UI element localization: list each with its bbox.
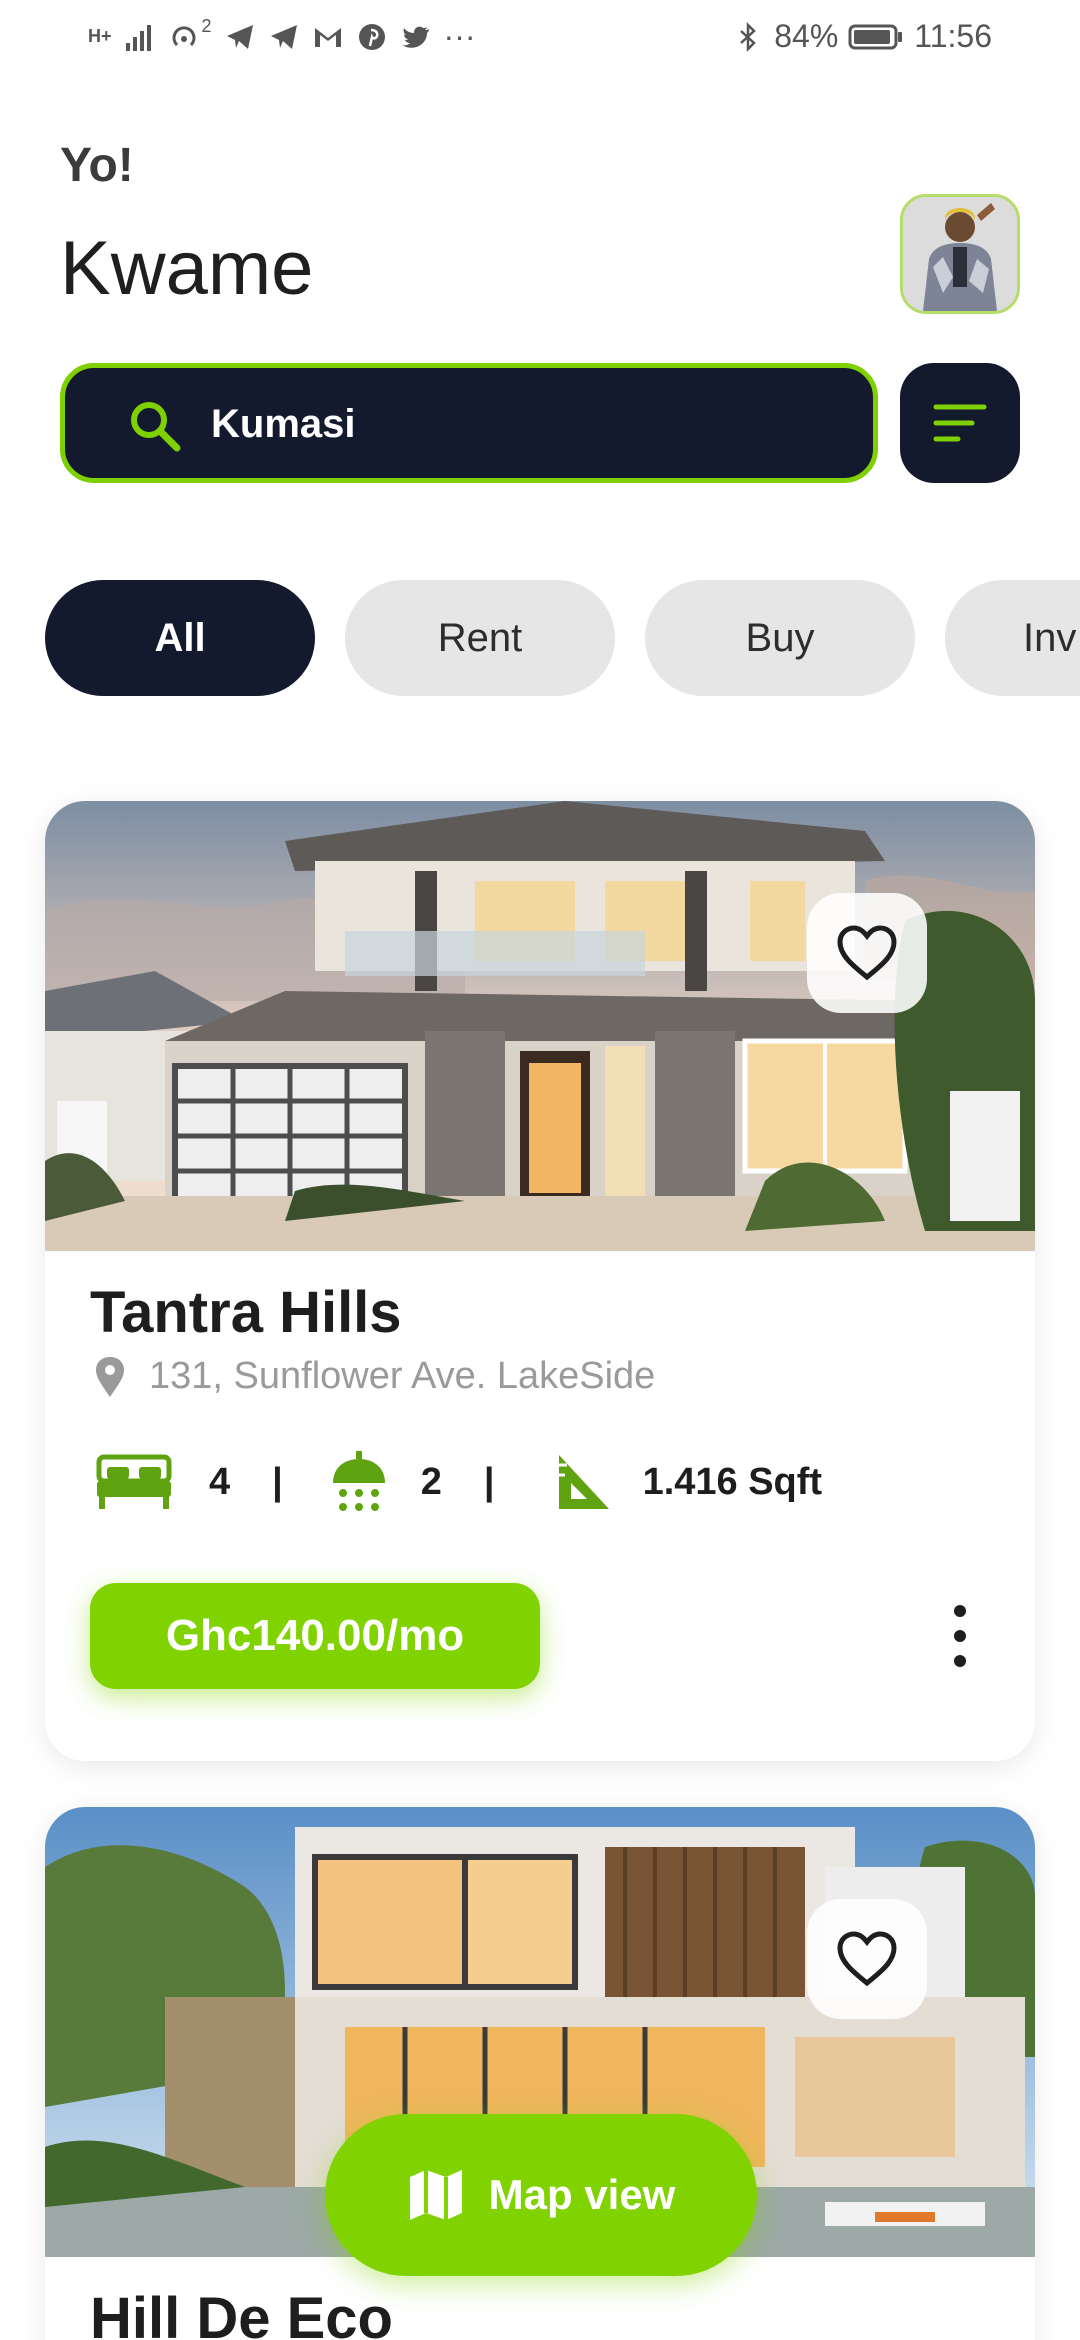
property-title: Tantra Hills [90, 1280, 402, 1345]
telegram-icon-2 [270, 24, 297, 49]
status-right-icons: 84% 11:56 [732, 18, 992, 55]
address-text: 131, Sunflower Ave. LakeSide [149, 1355, 656, 1397]
twitter-icon [401, 26, 429, 48]
area-ruler-icon [558, 1455, 609, 1509]
bluetooth-icon [740, 21, 757, 52]
heart-icon [837, 925, 897, 981]
network-type-label: H+ [88, 26, 112, 46]
search-value: Kumasi [211, 402, 356, 446]
bedroom-count: 4 [209, 1460, 231, 1503]
search-input[interactable]: Kumasi [60, 363, 878, 483]
tab-invest[interactable]: Inv [945, 580, 1080, 696]
more-dot [954, 1630, 966, 1642]
location-pin-icon [96, 1356, 124, 1397]
tab-rent[interactable]: Rent [345, 580, 615, 696]
bathroom-count: 2 [420, 1460, 442, 1503]
status-bar: H+ 2 ··· 84% 11:56 [0, 0, 1080, 80]
hotspot-icon [172, 25, 196, 46]
property-title: Hill De Eco [90, 2286, 393, 2340]
filter-icon [933, 404, 987, 442]
map-icon [409, 2170, 462, 2220]
status-left-icons: H+ 2 ··· [88, 16, 476, 55]
telegram-icon [226, 24, 253, 49]
favorite-button[interactable] [807, 1899, 927, 2019]
property-image [45, 801, 1035, 1251]
pinterest-icon [358, 23, 385, 50]
price-button[interactable]: Ghc140.00/mo [90, 1583, 540, 1689]
greeting-text: Yo! [60, 139, 134, 192]
filter-button[interactable] [900, 363, 1020, 483]
bed-icon [96, 1454, 172, 1509]
more-vertical-icon[interactable] [945, 1605, 975, 1667]
feature-divider: | [272, 1460, 283, 1503]
hotspot-count: 2 [201, 16, 212, 36]
screen: H+ 2 ··· 84% 11:56 Yo! Kwame Kumasi All … [0, 0, 1080, 2340]
property-address: 131, Sunflower Ave. LakeSide [93, 1355, 655, 1398]
clock: 11:56 [914, 18, 992, 54]
battery-icon [848, 24, 903, 49]
favorite-button[interactable] [807, 893, 927, 1013]
shower-icon [332, 1451, 385, 1511]
signal-icon [125, 24, 151, 51]
avatar[interactable] [900, 194, 1020, 314]
property-features: 4 | 2 | 1.416 Sqft [95, 1451, 822, 1513]
area-size: 1.416 Sqft [642, 1460, 823, 1503]
heart-icon [837, 1931, 897, 1987]
search-icon [131, 402, 181, 452]
map-view-button[interactable]: Map view [325, 2114, 757, 2276]
feature-divider: | [483, 1460, 495, 1503]
more-dot [954, 1605, 966, 1617]
mail-icon [314, 27, 341, 47]
map-view-label: Map view [488, 2171, 676, 2218]
battery-percent: 84% [774, 18, 839, 54]
tab-all[interactable]: All [45, 580, 315, 696]
more-dot [954, 1655, 966, 1667]
user-name: Kwame [60, 226, 314, 311]
avatar-image [903, 197, 1017, 311]
property-card[interactable]: Tantra Hills 131, Sunflower Ave. LakeSid… [45, 801, 1035, 1761]
tab-buy[interactable]: Buy [645, 580, 915, 696]
more-notifications: ··· [443, 18, 476, 54]
